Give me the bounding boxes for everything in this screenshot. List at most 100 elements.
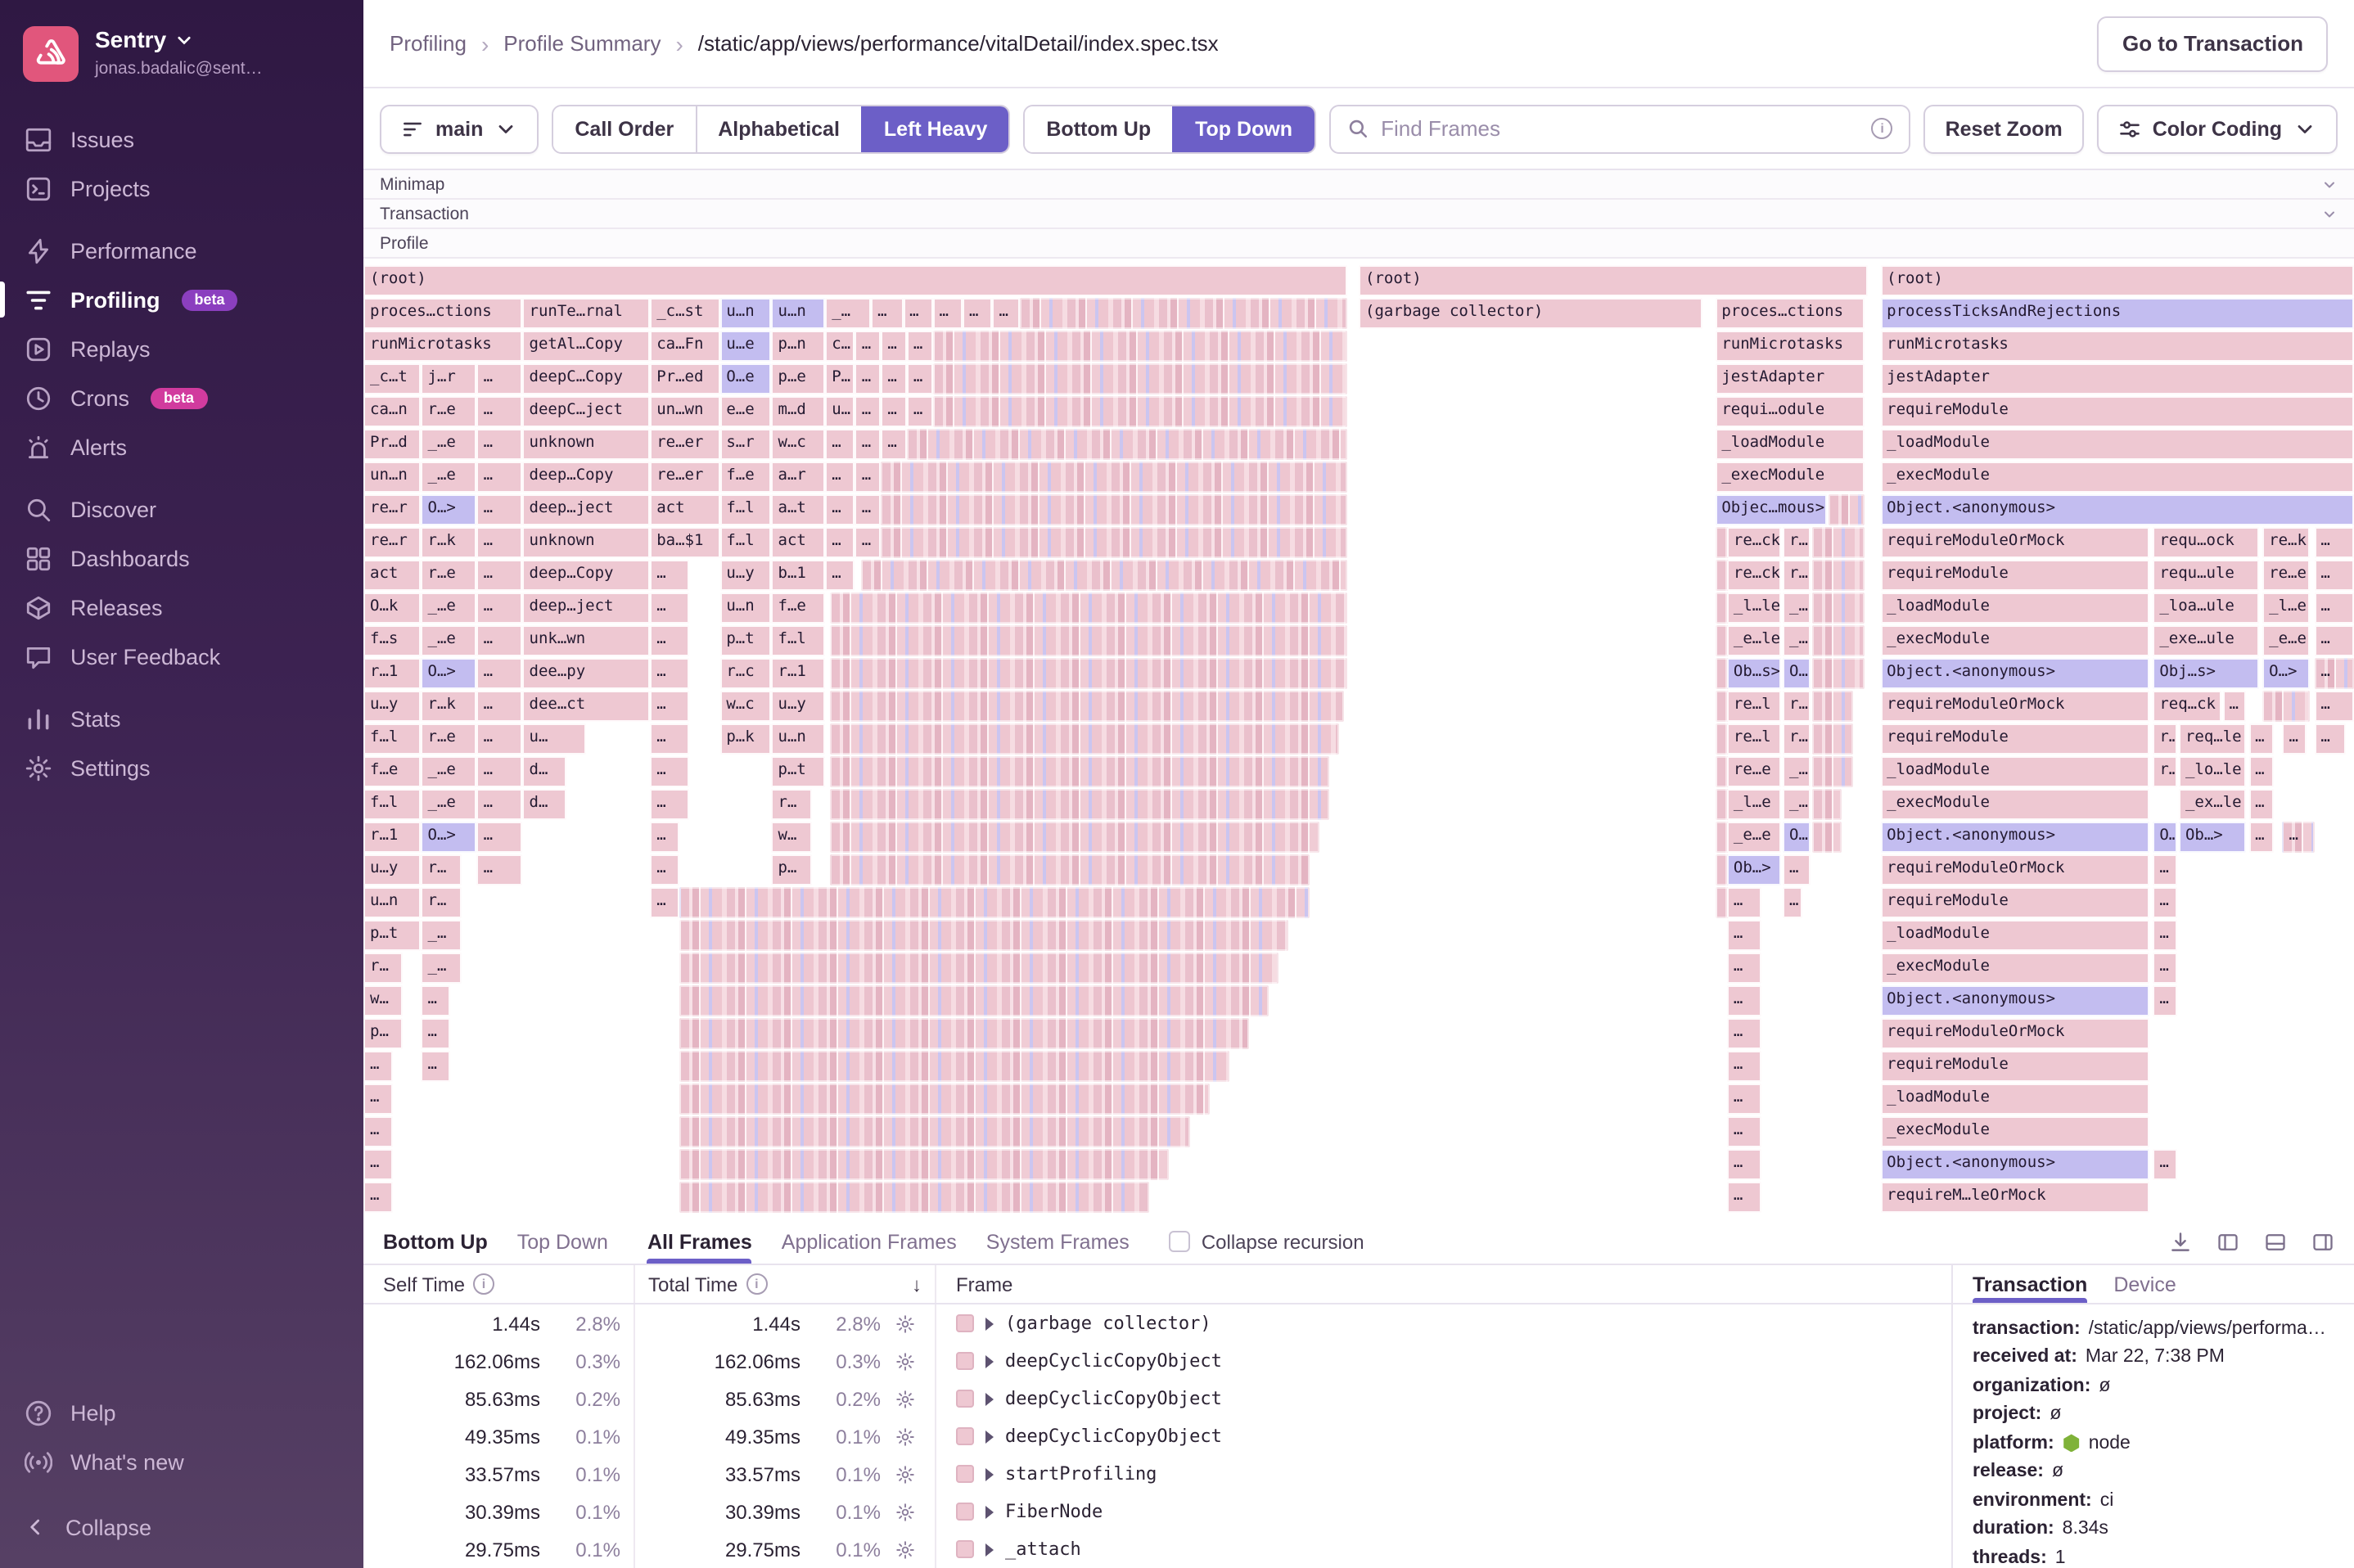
flame-frame[interactable]: _…e [421,429,477,460]
flame-frame[interactable]: Object.<anonymous> [1880,1149,2149,1180]
flame-frame[interactable]: ba…$1 [650,527,720,558]
flame-frame[interactable]: requireModule [1880,1051,2149,1082]
flame-frame[interactable]: O…> [421,494,477,525]
table-row[interactable]: 85.63ms 0.2% 85.63ms 0.2% deepCyclicCopyObje… [363,1380,1951,1417]
flame-frame[interactable]: w… [771,822,812,853]
flame-frame-cluster[interactable] [1812,756,1853,787]
flame-frame[interactable]: f…l [719,494,772,525]
flame-frame[interactable]: act [771,527,826,558]
flame-frame-cluster[interactable] [1812,625,1865,656]
flame-frame[interactable]: r… [2153,756,2177,787]
checkbox-box[interactable] [1168,1231,1190,1252]
flame-frame[interactable]: requ…ock [2153,527,2259,558]
expand-chevron-icon[interactable] [985,1467,994,1480]
search-info-icon[interactable]: i [1871,118,1893,139]
flame-frame-cluster[interactable] [679,1018,1250,1049]
flame-frame[interactable]: _…e [421,789,477,820]
flame-frame[interactable]: r… [421,887,462,918]
flame-frame[interactable]: … [476,429,523,460]
flame-frame-cluster[interactable] [679,920,1289,951]
sidebar-item-profiling[interactable]: Profiling beta [0,275,363,324]
org-switcher[interactable]: Sentry jonas.badalic@sent… [0,23,363,101]
flame-frame[interactable]: … [1726,887,1761,918]
flame-frame[interactable]: … [2248,756,2275,787]
flame-frame[interactable]: … [855,494,882,525]
flame-frame-cluster[interactable] [2262,691,2311,722]
flame-frame[interactable]: … [421,985,451,1016]
flame-frame[interactable]: … [1726,1149,1761,1180]
flame-frame[interactable]: deepC…Copy [522,363,651,394]
flame-frame[interactable]: O… [1783,658,1811,689]
flame-frame[interactable]: … [2248,789,2275,820]
flame-frame[interactable]: … [2314,560,2354,591]
flame-frame[interactable]: _execModule [1880,625,2149,656]
flame-frame-cluster[interactable] [679,985,1269,1016]
flame-frame[interactable]: _…e [421,756,477,787]
flame-frame[interactable]: re…ck [1726,527,1781,558]
flame-frame[interactable]: p…n [771,331,826,362]
flame-frame[interactable]: d… [522,756,567,787]
flame-frame[interactable]: Object.<anonymous> [1880,985,2149,1016]
flame-frame[interactable]: … [2153,985,2177,1016]
frame-settings-icon[interactable] [889,1539,922,1559]
flame-frame-cluster[interactable] [829,854,1310,885]
flame-frame[interactable]: … [476,691,523,722]
flame-frame[interactable]: _c…t [363,363,422,394]
flame-frame[interactable]: a…r [771,462,826,493]
flame-frame-cluster[interactable] [1812,691,1853,722]
flame-frame[interactable]: … [476,363,523,394]
flame-frame[interactable]: deep…Copy [522,462,651,493]
flame-frame[interactable]: _execModule [1880,953,2149,984]
sidebar-item-issues[interactable]: Issues [0,115,363,164]
flame-frame[interactable]: p…t [363,920,422,951]
flame-frame[interactable]: _…e [421,462,477,493]
flame-frame[interactable]: … [855,363,882,394]
flame-frame[interactable]: r…1 [771,658,826,689]
flame-frame-cluster[interactable] [1715,593,1729,624]
flame-frame[interactable]: … [855,462,882,493]
flame-frame[interactable]: re…k [2262,527,2311,558]
expand-chevron-icon[interactable] [985,1543,994,1556]
flame-frame[interactable]: … [476,560,523,591]
color-coding-button[interactable]: Color Coding [2096,104,2338,153]
flame-frame-cluster[interactable] [1715,527,1729,558]
panel-bottom-icon[interactable] [2264,1230,2287,1253]
flame-frame[interactable]: O…> [421,822,477,853]
flame-frame[interactable]: re…ck [1726,560,1781,591]
flame-frame[interactable]: … [825,494,855,525]
sidebar-item-alerts[interactable]: Alerts [0,422,363,471]
flame-frame-cluster[interactable] [1715,887,1729,918]
flame-frame[interactable]: … [963,298,993,329]
frame-settings-icon[interactable] [889,1502,922,1521]
sidebar-item-help[interactable]: Help [0,1388,363,1437]
flame-frame[interactable]: re…e [2262,560,2311,591]
flame-frame[interactable]: … [650,560,690,591]
flame-frame-cluster[interactable] [679,1084,1210,1115]
flame-frame[interactable]: f…s [363,625,422,656]
flame-frame[interactable]: u…n [363,887,422,918]
collapse-recursion-checkbox[interactable]: Collapse recursion [1168,1230,1364,1253]
flame-frame[interactable]: … [855,527,882,558]
flame-frame[interactable]: _loadModule [1880,756,2149,787]
flame-frame[interactable]: f…l [363,789,422,820]
flame-frame[interactable]: act [650,494,720,525]
tab-bottom-up[interactable]: Bottom Up [383,1219,488,1264]
flame-frame-cluster[interactable] [1715,691,1729,722]
tab-system-frames[interactable]: System Frames [986,1219,1130,1264]
flame-frame[interactable]: jestAdapter [1715,363,1865,394]
flame-frame[interactable]: … [932,298,963,329]
flame-frame[interactable]: … [2314,625,2354,656]
flame-frame[interactable]: … [2314,691,2354,722]
flame-frame[interactable]: re…e [1726,756,1781,787]
flame-frame[interactable]: … [363,1084,394,1115]
flame-frame[interactable]: _execModule [1880,462,2354,493]
flame-frame[interactable]: Object.<anonymous> [1880,822,2149,853]
flame-frame[interactable]: un…wn [650,396,720,427]
flame-frame[interactable]: requi…odule [1715,396,1865,427]
flame-frame[interactable]: r…e [421,396,477,427]
flame-frame[interactable]: p… [771,854,812,885]
flame-frame[interactable]: … [2222,691,2247,722]
flame-frame[interactable]: _execModule [1880,789,2149,820]
flame-frame[interactable]: … [2314,527,2354,558]
flame-frame[interactable]: unknown [522,527,651,558]
